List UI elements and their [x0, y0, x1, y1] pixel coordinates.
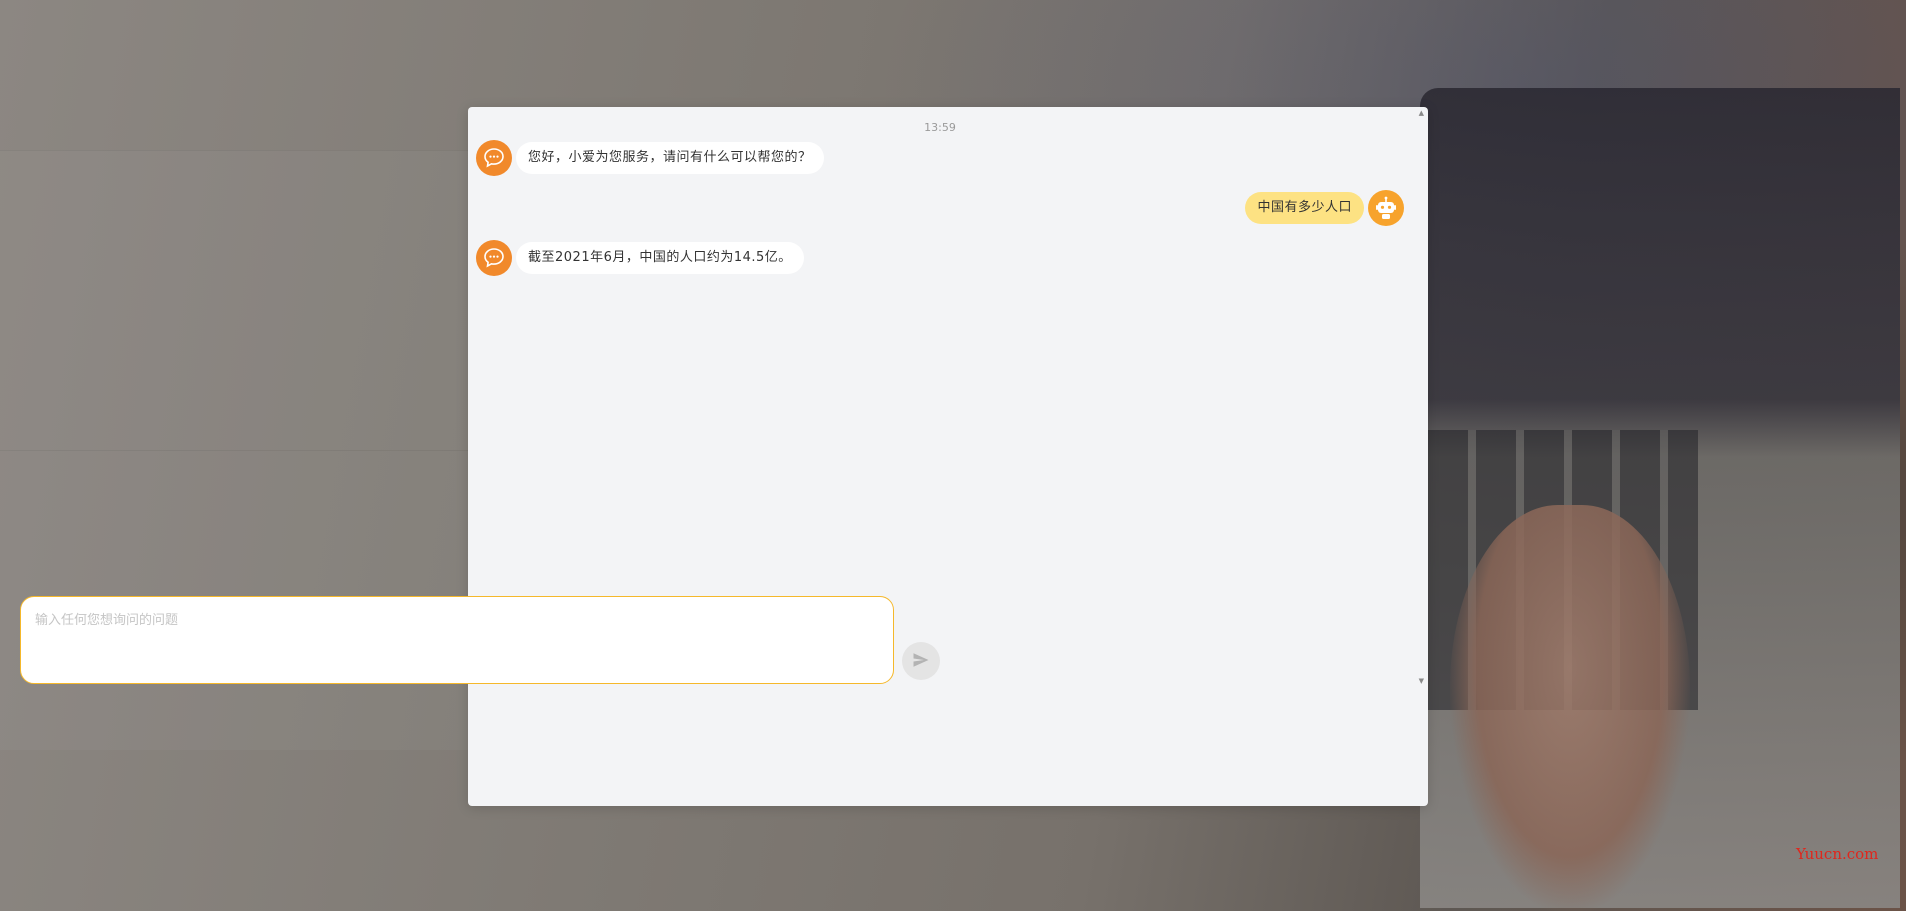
scroll-up-arrow-icon[interactable]: ▲ [1419, 109, 1424, 117]
bot-message-bubble: 您好，小爱为您服务，请问有什么可以帮您的？ [516, 142, 824, 174]
message-row-user: 中国有多少人口 [476, 190, 1404, 226]
watermark-text: Yuucn.com [1796, 845, 1879, 863]
chat-bubble-icon [476, 240, 512, 276]
user-message-bubble: 中国有多少人口 [1245, 192, 1364, 224]
question-input[interactable] [20, 596, 894, 684]
send-button[interactable] [902, 642, 940, 680]
robot-icon [1368, 190, 1404, 226]
send-icon [912, 651, 930, 672]
scroll-down-arrow-icon[interactable]: ▼ [1419, 677, 1424, 685]
chat-window: ▲ ▼ 13:59 您好，小爱为您服务，请问有什么可以帮您的？ 中国有多少人口 [468, 107, 1428, 806]
message-row-bot: 您好，小爱为您服务，请问有什么可以帮您的？ [476, 140, 1404, 176]
chat-bubble-icon [476, 140, 512, 176]
message-timestamp: 13:59 [924, 121, 956, 134]
background-hand [1450, 505, 1690, 911]
message-row-bot: 截至2021年6月，中国的人口约为14.5亿。 [476, 240, 1404, 276]
input-area [468, 687, 1428, 806]
bot-message-bubble: 截至2021年6月，中国的人口约为14.5亿。 [516, 242, 804, 274]
